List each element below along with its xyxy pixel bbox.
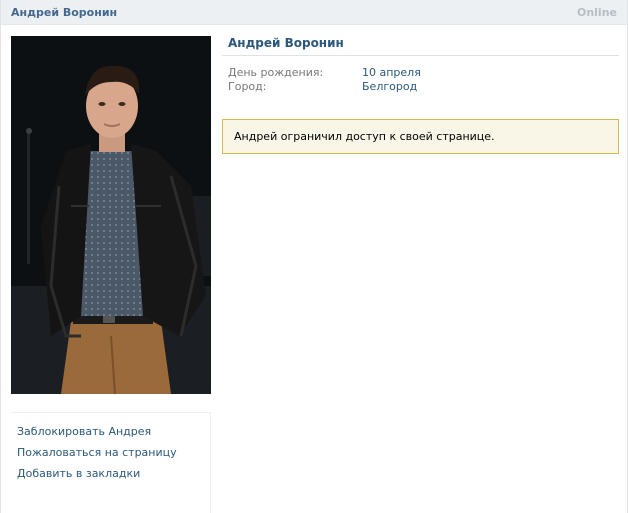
info-row-birthday: День рождения: 10 апреля — [228, 66, 619, 80]
left-column: Заблокировать Андрея Пожаловаться на стр… — [11, 36, 211, 513]
profile-page: Андрей Воронин Online Заблокировать Андр… — [0, 0, 628, 513]
online-status: Online — [576, 5, 617, 19]
city-value[interactable]: Белгород — [362, 80, 417, 94]
profile-photo[interactable] — [11, 36, 211, 394]
birthday-value[interactable]: 10 апреля — [362, 66, 421, 80]
profile-info: День рождения: 10 апреля Город: Белгород — [222, 56, 619, 94]
birthday-label: День рождения: — [228, 66, 324, 79]
profile-name: Андрей Воронин — [222, 36, 619, 56]
header-title: Андрей Воронин — [11, 5, 118, 19]
privacy-notice: Андрей ограничил доступ к своей странице… — [222, 119, 619, 154]
block-user-link[interactable]: Заблокировать Андрея — [17, 421, 210, 442]
add-bookmark-link[interactable]: Добавить в закладки — [17, 463, 210, 484]
report-page-link[interactable]: Пожаловаться на страницу — [17, 442, 210, 463]
right-column: Андрей Воронин День рождения: 10 апреля … — [222, 36, 619, 154]
profile-photo-image — [11, 36, 211, 394]
info-row-city: Город: Белгород — [228, 80, 619, 94]
top-bar: Андрей Воронин Online — [1, 0, 627, 25]
city-label: Город: — [228, 80, 267, 93]
profile-actions: Заблокировать Андрея Пожаловаться на стр… — [11, 412, 211, 513]
